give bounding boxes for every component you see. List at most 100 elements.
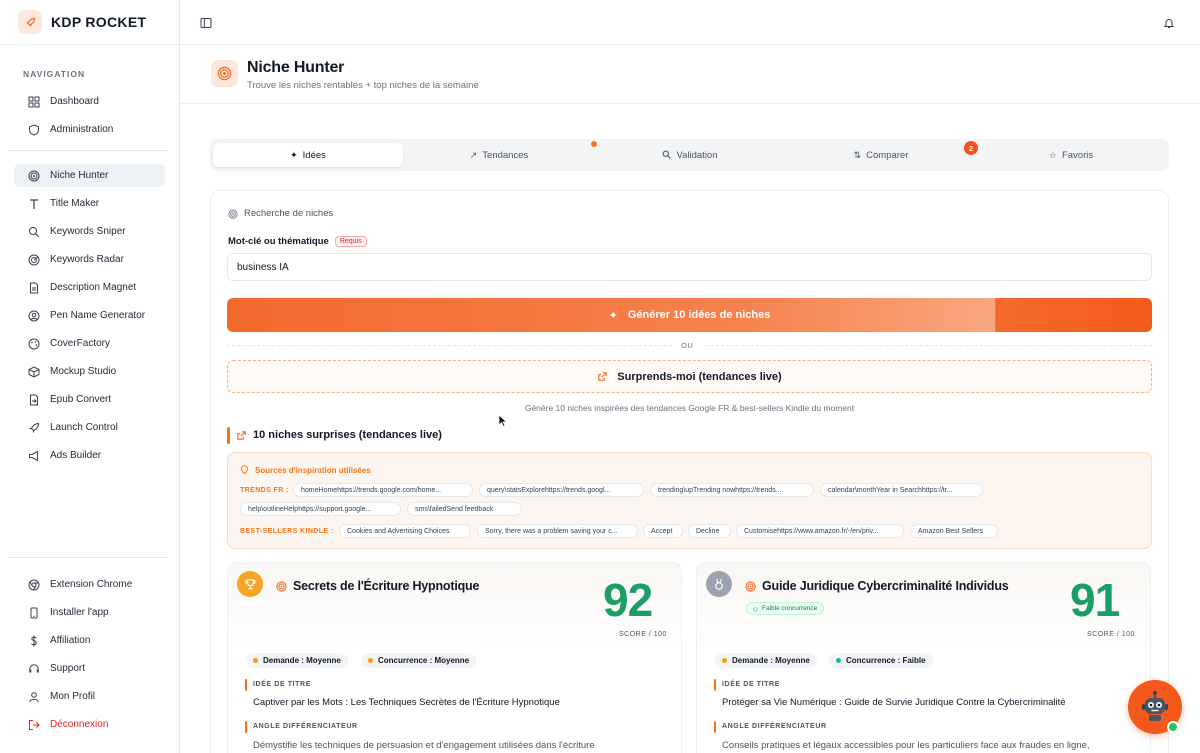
- user-circle-icon: [28, 310, 40, 322]
- chip-text: homeHomehttps://trends.google.com/home..…: [301, 486, 442, 494]
- chip-text: trending\upTrending nowhttps://trends...…: [658, 486, 784, 494]
- sidebar-item-dashboard[interactable]: Dashboard: [14, 90, 165, 113]
- niche-card[interactable]: Guide Juridique Cybercriminalité Individ…: [696, 562, 1151, 753]
- sidebar-item-launch-control[interactable]: Launch Control: [14, 416, 165, 439]
- sidebar-item-coverfactory[interactable]: CoverFactory: [14, 332, 165, 355]
- logout-icon: [28, 719, 40, 731]
- sidebar-item-label: Mon Profil: [50, 691, 96, 702]
- chrome-icon: [28, 579, 40, 591]
- external-link-icon: [597, 371, 608, 382]
- niche-title-text: Secrets de l'Écriture Hypnotique: [293, 579, 480, 593]
- brand[interactable]: KDP ROCKET: [0, 0, 179, 45]
- medal-icon: [706, 571, 732, 597]
- bestseller-source-chip: Decline: [688, 524, 731, 538]
- trend-source-chip: query\statsExplorehttps://trends.googl..…: [479, 483, 644, 497]
- sidebar-item-deconnexion[interactable]: Déconnexion: [14, 713, 165, 736]
- surprise-me-button[interactable]: Surprends-moi (tendances live): [227, 360, 1152, 393]
- sidebar-item-mockup-studio[interactable]: Mockup Studio: [14, 360, 165, 383]
- sidebar-item-label: CoverFactory: [50, 338, 111, 349]
- sidebar-item-niche-hunter[interactable]: Niche Hunter: [14, 164, 165, 187]
- niche-score: 91: [1070, 574, 1120, 626]
- chip-text: query\statsExplorehttps://trends.googl..…: [487, 486, 611, 494]
- generate-ideas-button[interactable]: ✦ Générer 10 idées de niches: [227, 298, 1152, 332]
- niche-card[interactable]: Secrets de l'Écriture Hypnotique 92 SCOR…: [227, 562, 682, 753]
- demand-text: Demande : Moyenne: [263, 656, 341, 665]
- sidebar-item-label: Pen Name Generator: [50, 310, 146, 321]
- megaphone-icon: [28, 450, 40, 462]
- file-convert-icon: [28, 394, 40, 406]
- niche-title-text: Guide Juridique Cybercriminalité Individ…: [762, 579, 1009, 593]
- tab-comparer[interactable]: ⇅ Comparer: [786, 143, 976, 167]
- surprise-me-label: Surprends-moi (tendances live): [617, 370, 782, 383]
- sidebar-item-affiliation[interactable]: Affiliation: [14, 629, 165, 652]
- sidebar: KDP ROCKET NAVIGATION Dashboard Administ…: [0, 0, 180, 753]
- target-icon: [276, 580, 287, 592]
- nav-heading: NAVIGATION: [23, 69, 86, 79]
- bestseller-source-chip: Accept: [643, 524, 683, 538]
- trend-source-chip: help\outlineHelphttps://support.google..…: [240, 502, 401, 516]
- accent-bar: [714, 721, 716, 733]
- trend-source-chip: homeHomehttps://trends.google.com/home..…: [293, 483, 473, 497]
- required-badge: Requis: [334, 236, 367, 247]
- sidebar-item-label: Niche Hunter: [50, 170, 109, 181]
- niche-title: Secrets de l'Écriture Hypnotique: [276, 579, 479, 593]
- radar-icon: [28, 254, 40, 266]
- search-icon: [28, 226, 40, 238]
- mouse-cursor-icon: [498, 414, 508, 432]
- sidebar-item-pen-name-generator[interactable]: Pen Name Generator: [14, 304, 165, 327]
- surprise-hint: Génère 10 niches inspirées des tendances…: [524, 403, 855, 413]
- target-icon: [228, 208, 238, 219]
- sidebar-item-epub-convert[interactable]: Epub Convert: [14, 388, 165, 411]
- tab-tendances[interactable]: ↗ Tendances: [404, 143, 594, 167]
- headset-icon: [28, 663, 40, 675]
- chip-text: Accept: [651, 527, 673, 535]
- low-competition-badge: ◇ Faible concurrence: [746, 602, 825, 615]
- external-link-icon: [236, 430, 247, 441]
- chip-text: Amazon Best Sellers: [918, 527, 983, 535]
- target-icon: [745, 580, 756, 592]
- text-icon: [28, 198, 40, 210]
- or-separator: OU: [681, 341, 694, 350]
- sidebar-item-label: Title Maker: [50, 198, 100, 209]
- angle-text: Conseils pratiques et légaux accessibles…: [722, 740, 1090, 751]
- sidebar-item-administration[interactable]: Administration: [14, 118, 165, 141]
- chip-text: calendar\monthYear in Searchhttps://tr..…: [828, 486, 953, 494]
- trend-source-chip: calendar\monthYear in Searchhttps://tr..…: [820, 483, 983, 497]
- sidebar-item-ads-builder[interactable]: Ads Builder: [14, 444, 165, 467]
- sidebar-item-installer-app[interactable]: Installer l'app: [14, 601, 165, 624]
- target-icon: [211, 60, 238, 87]
- sidebar-toggle-icon[interactable]: [200, 16, 212, 34]
- brand-name: KDP ROCKET: [51, 14, 147, 30]
- dollar-icon: [28, 635, 40, 647]
- sidebar-item-label: Support: [50, 663, 86, 674]
- robot-icon: [1138, 690, 1172, 724]
- competition-pill: Concurrence : Faible: [829, 653, 933, 668]
- sidebar-item-mon-profil[interactable]: Mon Profil: [14, 685, 165, 708]
- target-icon: [28, 170, 40, 182]
- angle-label: ANGLE DIFFÉRENCIATEUR: [253, 723, 358, 730]
- angle-label: ANGLE DIFFÉRENCIATEUR: [722, 723, 827, 730]
- sidebar-item-description-magnet[interactable]: Description Magnet: [14, 276, 165, 299]
- compare-count-badge: 2: [964, 141, 978, 155]
- sidebar-item-keywords-sniper[interactable]: Keywords Sniper: [14, 220, 165, 243]
- star-icon: ☆: [1048, 149, 1057, 160]
- sidebar-item-extension-chrome[interactable]: Extension Chrome: [14, 573, 165, 596]
- sidebar-item-support[interactable]: Support: [14, 657, 165, 680]
- bestseller-source-chip: Customisehttps://www.amazon.fr/-/en/priv…: [736, 524, 904, 538]
- trend-source-chip: sms\failedSend feedback: [407, 502, 522, 516]
- divider: [706, 345, 1152, 346]
- keyword-input[interactable]: business IA: [227, 253, 1152, 281]
- sidebar-item-label: Description Magnet: [50, 282, 137, 293]
- sidebar-item-label: Déconnexion: [50, 719, 109, 730]
- sidebar-item-keywords-radar[interactable]: Keywords Radar: [14, 248, 165, 271]
- sidebar-item-label: Affiliation: [50, 635, 91, 646]
- tab-validation[interactable]: Validation: [595, 143, 785, 167]
- sidebar-item-title-maker[interactable]: Title Maker: [14, 192, 165, 215]
- compare-icon: ⇅: [853, 149, 862, 160]
- sidebar-item-label: Extension Chrome: [50, 579, 133, 590]
- trend-icon: ↗: [469, 149, 478, 160]
- tab-idees[interactable]: ✦ Idées: [213, 143, 403, 167]
- score-label: SCORE / 100: [1087, 631, 1135, 638]
- bell-icon[interactable]: [1163, 16, 1175, 34]
- tab-favoris[interactable]: ☆ Favoris: [976, 143, 1166, 167]
